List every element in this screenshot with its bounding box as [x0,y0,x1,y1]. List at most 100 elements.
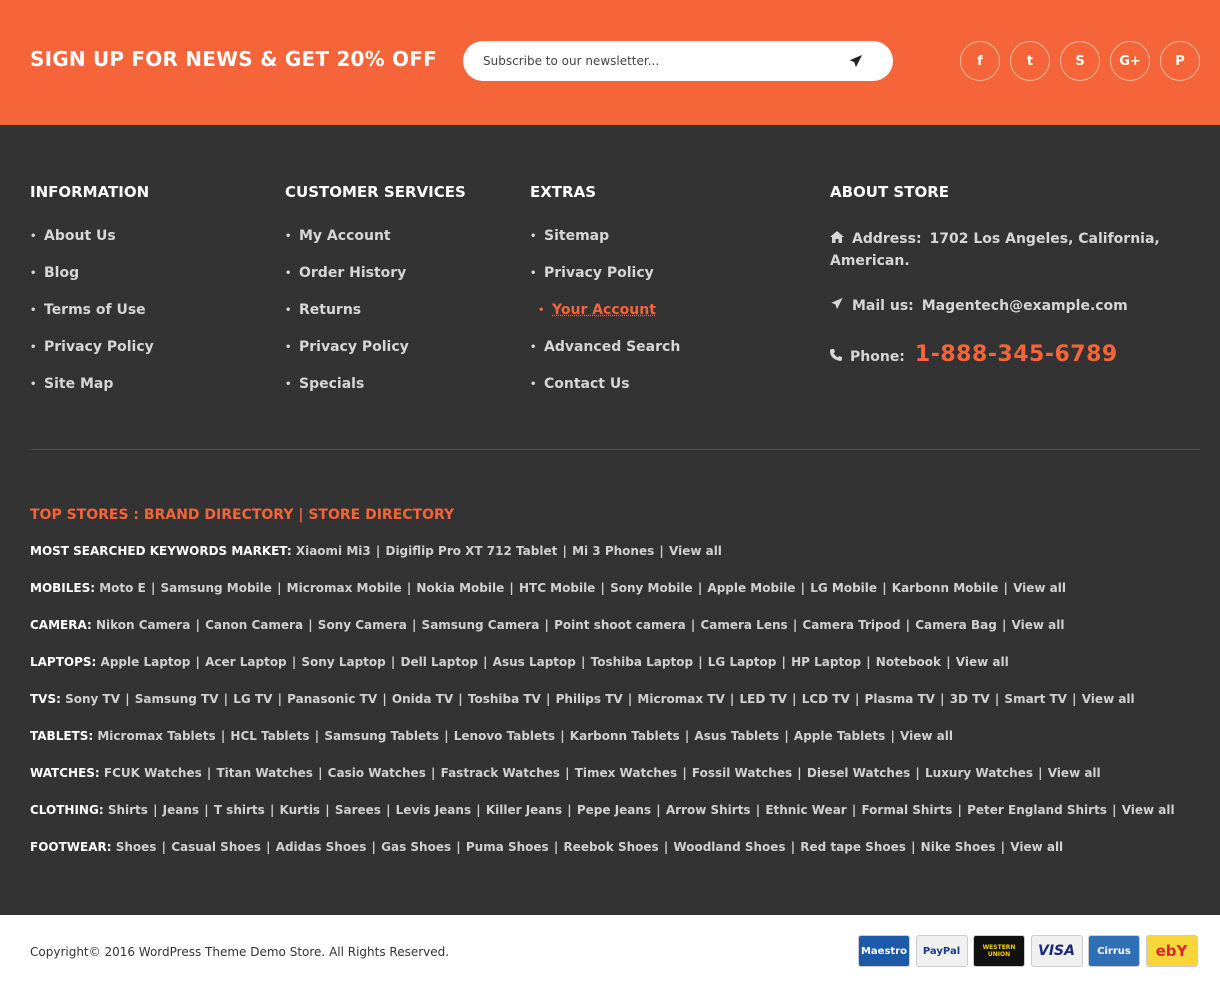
keyword-link[interactable]: View all [900,729,953,743]
keyword-link[interactable]: Dell Laptop [401,655,478,669]
information-item[interactable]: • Terms of Use [30,302,154,339]
keyword-link[interactable]: Camera Tripod [802,618,900,632]
keyword-link[interactable]: LED TV [740,692,787,706]
keyword-link[interactable]: Woodland Shoes [673,840,785,854]
keyword-link[interactable]: View all [1010,840,1063,854]
keyword-link[interactable]: Kurtis [280,803,321,817]
keyword-link[interactable]: Casio Watches [328,766,426,780]
keyword-link[interactable]: Formal Shirts [861,803,952,817]
keyword-link[interactable]: Sony Laptop [301,655,385,669]
twitter-button[interactable]: t [1010,41,1050,81]
newsletter-submit-button[interactable] [846,51,866,71]
customer-services-item[interactable]: • Privacy Policy [285,339,466,376]
keyword-link[interactable]: Mi 3 Phones [572,544,654,558]
customer-services-item[interactable]: • Returns [285,302,466,339]
keyword-link[interactable]: Toshiba Laptop [591,655,693,669]
keyword-link[interactable]: Luxury Watches [925,766,1033,780]
keyword-link[interactable]: Shoes [116,840,157,854]
keyword-link[interactable]: Diesel Watches [807,766,910,780]
keyword-link[interactable]: Digiflip Pro XT 712 Tablet [385,544,557,558]
keyword-link[interactable]: Nokia Mobile [416,581,504,595]
keyword-link[interactable]: LG Mobile [810,581,877,595]
keyword-link[interactable]: View all [956,655,1009,669]
keyword-link[interactable]: 3D TV [950,692,990,706]
keyword-link[interactable]: View all [1013,581,1066,595]
keyword-link[interactable]: Canon Camera [205,618,303,632]
keyword-link[interactable]: Camera Bag [915,618,997,632]
keyword-link[interactable]: LCD TV [802,692,850,706]
newsletter-email-input[interactable] [483,41,843,81]
keyword-link[interactable]: Puma Shoes [466,840,549,854]
keyword-link[interactable]: Camera Lens [700,618,787,632]
information-item[interactable]: • Site Map [30,376,154,413]
extras-item[interactable]: • Sitemap [530,228,680,265]
keyword-link[interactable]: Toshiba TV [468,692,541,706]
customer-services-item[interactable]: • Order History [285,265,466,302]
keyword-link[interactable]: View all [1082,692,1135,706]
keyword-link[interactable]: Smart TV [1004,692,1067,706]
keyword-link[interactable]: Micromax TV [637,692,724,706]
keyword-link[interactable]: View all [669,544,722,558]
keyword-link[interactable]: Timex Watches [575,766,677,780]
brand-directory-link[interactable]: BRAND DIRECTORY [144,507,294,523]
keyword-link[interactable]: Samsung Camera [422,618,540,632]
keyword-link[interactable]: Micromax Mobile [287,581,402,595]
keyword-link[interactable]: LG TV [233,692,272,706]
keyword-link[interactable]: Samsung TV [135,692,219,706]
keyword-link[interactable]: Fastrack Watches [441,766,560,780]
keyword-link[interactable]: View all [1012,618,1065,632]
extras-item[interactable]: • Advanced Search [530,339,680,376]
extras-item-active[interactable]: • Your Account [530,302,680,339]
keyword-link[interactable]: Asus Laptop [493,655,576,669]
keyword-link[interactable]: Jeans [163,803,199,817]
keyword-link[interactable]: Sarees [335,803,381,817]
keyword-link[interactable]: HTC Mobile [519,581,595,595]
keyword-link[interactable]: HP Laptop [791,655,861,669]
extras-item[interactable]: • Contact Us [530,376,680,413]
keyword-link[interactable]: Arrow Shirts [666,803,751,817]
keyword-link[interactable]: Gas Shoes [381,840,451,854]
keyword-link[interactable]: Casual Shoes [171,840,261,854]
information-item[interactable]: • Privacy Policy [30,339,154,376]
customer-services-item[interactable]: • Specials [285,376,466,413]
keyword-link[interactable]: Asus Tablets [694,729,779,743]
keyword-link[interactable]: Peter England Shirts [967,803,1107,817]
keyword-link[interactable]: Xiaomi Mi3 [296,544,371,558]
keyword-link[interactable]: T shirts [214,803,265,817]
keyword-link[interactable]: Onida TV [392,692,453,706]
keyword-link[interactable]: Sony TV [65,692,120,706]
information-item[interactable]: • About Us [30,228,154,265]
keyword-link[interactable]: Acer Laptop [205,655,287,669]
keyword-link[interactable]: Apple Laptop [101,655,191,669]
skype-button[interactable]: S [1060,41,1100,81]
keyword-link[interactable]: Reebok Shoes [563,840,658,854]
pinterest-button[interactable]: P [1160,41,1200,81]
information-item[interactable]: • Blog [30,265,154,302]
customer-services-item[interactable]: • My Account [285,228,466,265]
keyword-link[interactable]: Sony Camera [318,618,407,632]
keyword-link[interactable]: Lenovo Tablets [454,729,555,743]
keyword-link[interactable]: Fossil Watches [692,766,792,780]
keyword-link[interactable]: Nike Shoes [921,840,996,854]
keyword-link[interactable]: Panasonic TV [287,692,377,706]
keyword-link[interactable]: Killer Jeans [486,803,562,817]
keyword-link[interactable]: FCUK Watches [104,766,202,780]
keyword-link[interactable]: View all [1122,803,1175,817]
keyword-link[interactable]: LG Laptop [708,655,777,669]
keyword-link[interactable]: Nikon Camera [96,618,190,632]
keyword-link[interactable]: Shirts [108,803,148,817]
keyword-link[interactable]: Point shoot camera [554,618,686,632]
keyword-link[interactable]: Micromax Tablets [97,729,215,743]
keyword-link[interactable]: Samsung Mobile [161,581,272,595]
keyword-link[interactable]: Karbonn Mobile [892,581,999,595]
keyword-link[interactable]: Ethnic Wear [765,803,846,817]
extras-item[interactable]: • Privacy Policy [530,265,680,302]
keyword-link[interactable]: Samsung Tablets [324,729,439,743]
store-directory-link[interactable]: STORE DIRECTORY [308,507,454,523]
keyword-link[interactable]: Pepe Jeans [577,803,651,817]
keyword-link[interactable]: Apple Mobile [707,581,795,595]
keyword-link[interactable]: Moto E [99,581,146,595]
keyword-link[interactable]: Red tape Shoes [800,840,906,854]
keyword-link[interactable]: HCL Tablets [230,729,309,743]
keyword-link[interactable]: Karbonn Tablets [570,729,680,743]
